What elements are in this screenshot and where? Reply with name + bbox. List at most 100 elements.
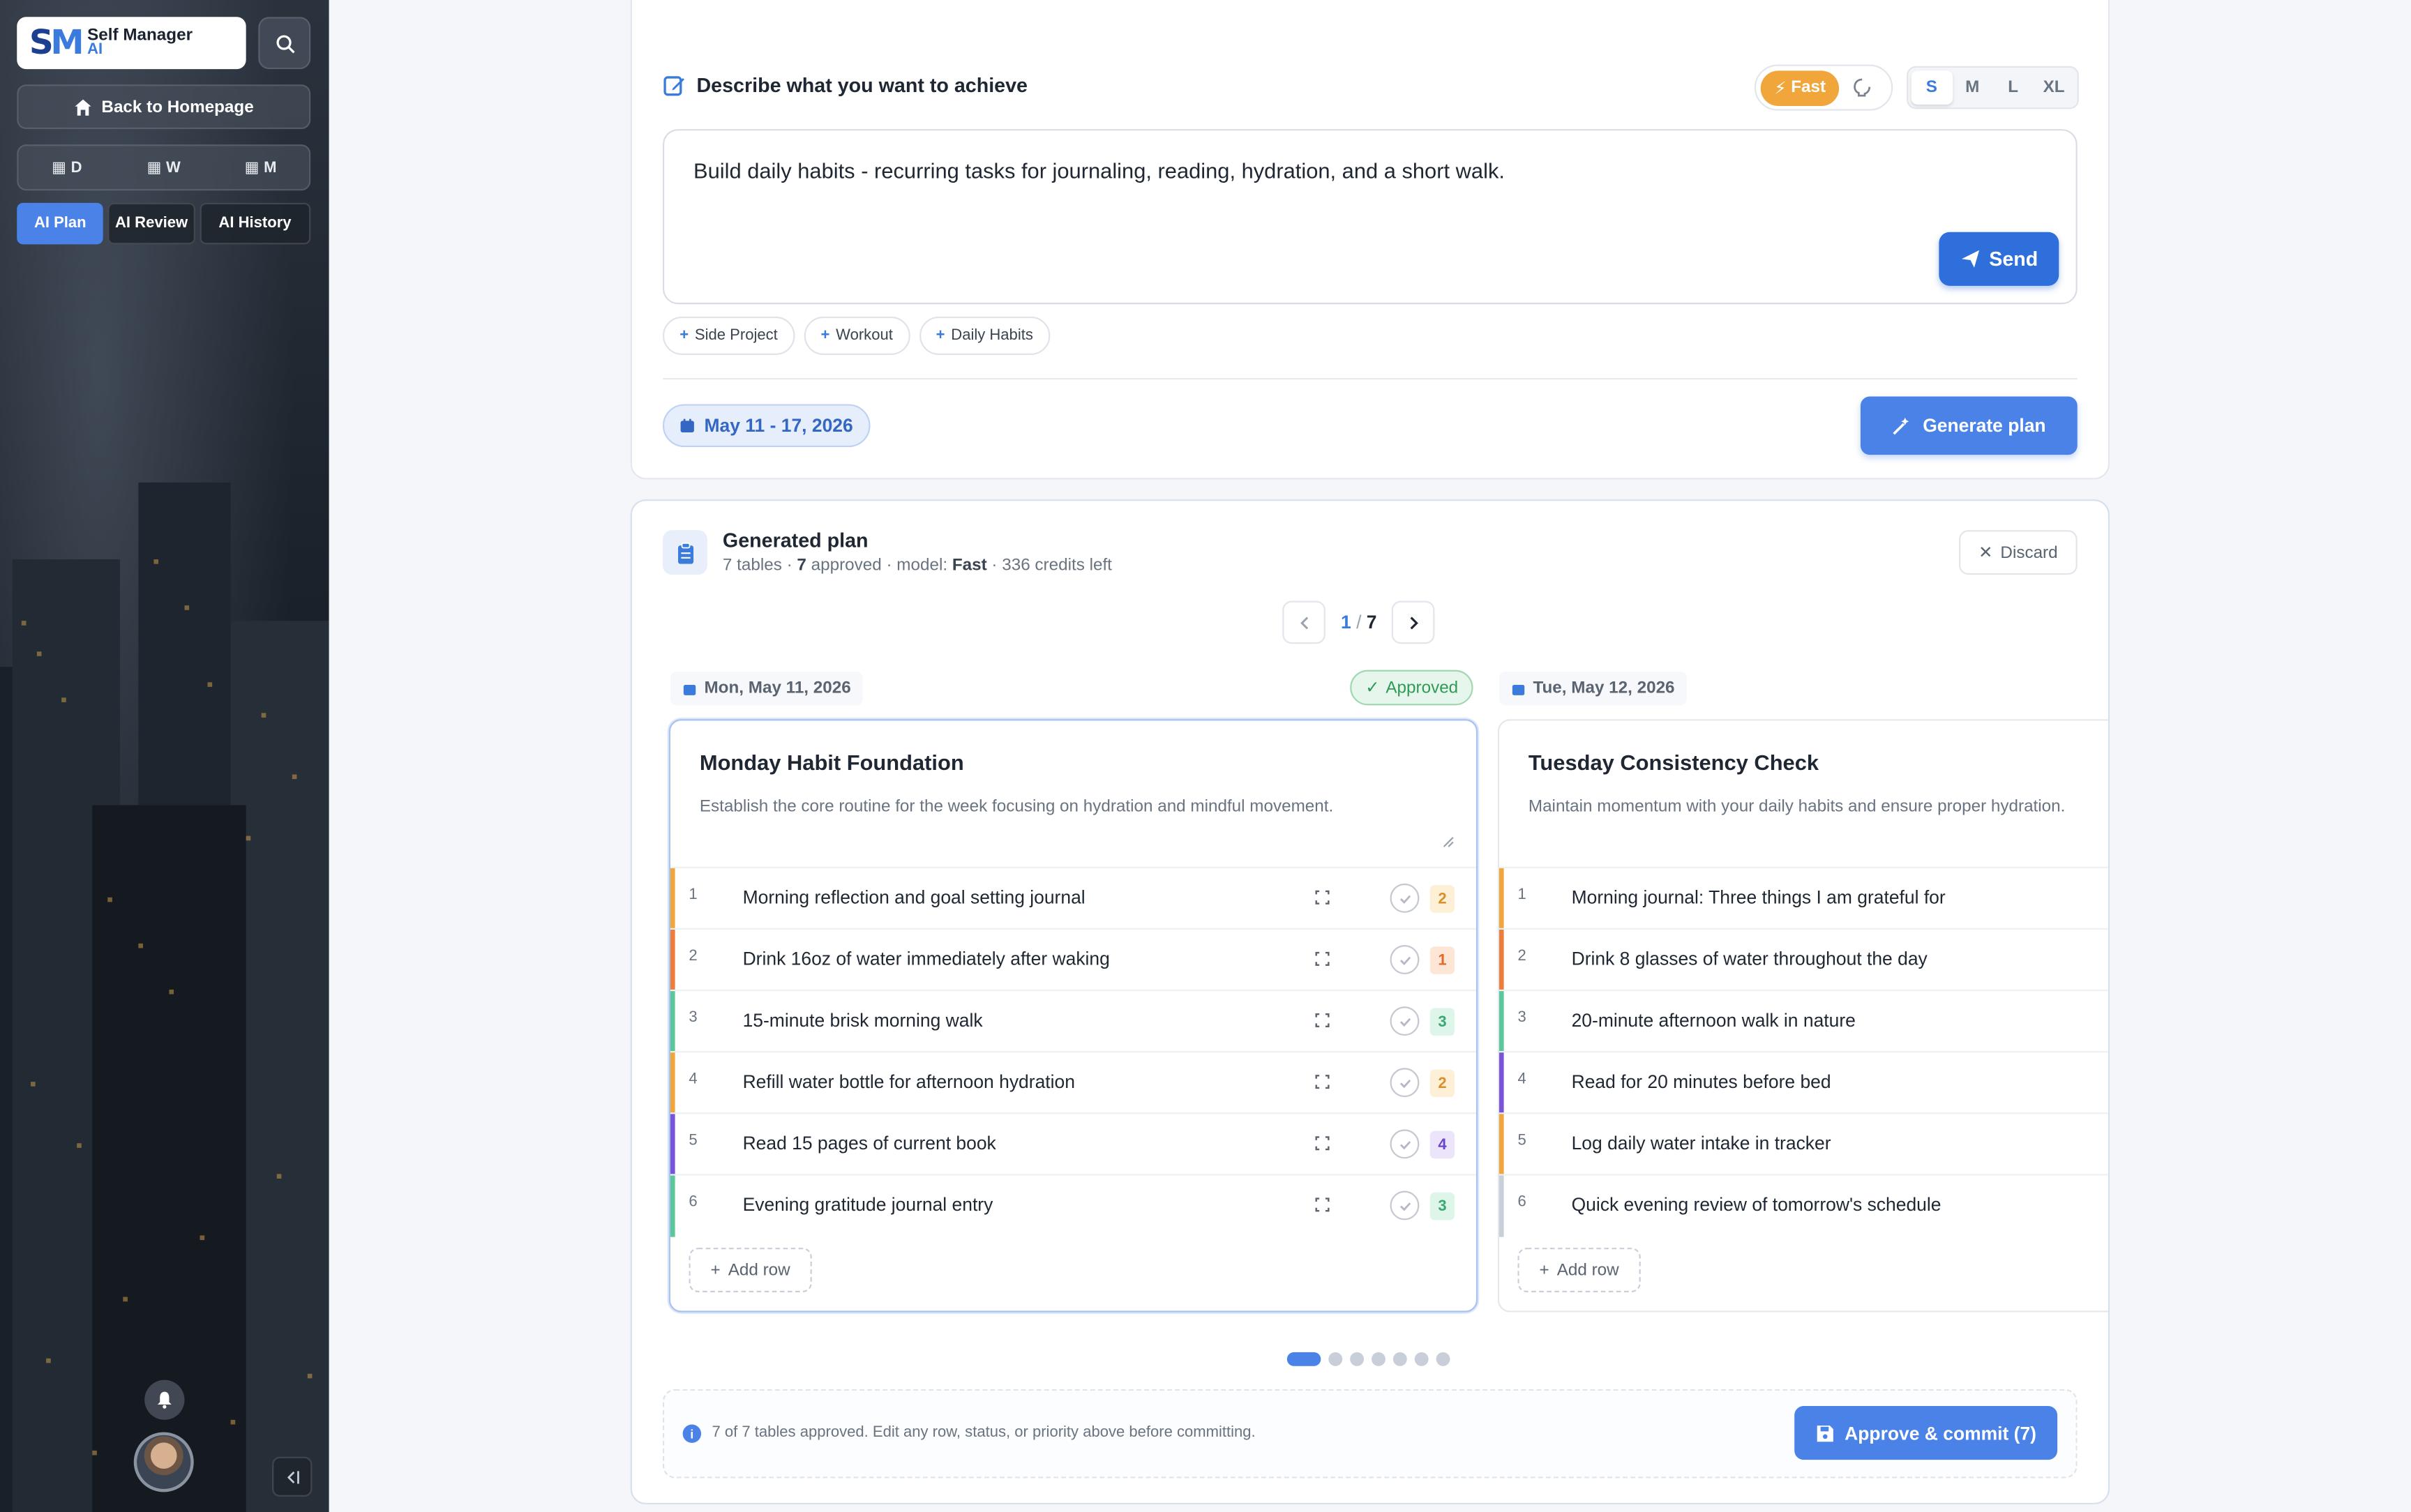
composer-title: Describe what you want to achieve: [663, 74, 1028, 97]
carousel-dot[interactable]: [1414, 1352, 1429, 1366]
table-title[interactable]: Tuesday Consistency Check: [1529, 750, 1819, 774]
priority-badge[interactable]: 4: [1429, 1131, 1455, 1159]
calendar-icon: [1512, 683, 1525, 695]
table-row[interactable]: 6 Evening gratitude journal entry 3: [670, 1174, 1476, 1237]
view-month-button[interactable]: ▦ M: [212, 146, 309, 189]
size-m-button[interactable]: M: [1952, 70, 1992, 104]
row-task-text[interactable]: Morning journal: Three things I am grate…: [1572, 886, 1946, 908]
table-row[interactable]: 1 Morning journal: Three things I am grat…: [1499, 866, 2108, 930]
expand-icon[interactable]: [1315, 951, 1330, 967]
day-table-card[interactable]: Tuesday Consistency Check Maintain momen…: [1497, 719, 2108, 1313]
status-check-button[interactable]: [1390, 1006, 1420, 1036]
tab-ai-review[interactable]: AI Review: [108, 202, 195, 245]
table-rows: 1 Morning reflection and goal setting jou…: [670, 866, 1476, 1237]
table-row[interactable]: 6 Quick evening review of tomorrow's sche…: [1499, 1174, 2108, 1237]
approved-badge[interactable]: ✓ Approved: [1350, 670, 1474, 706]
suggestion-chips: + Side Project + Workout + Daily Habits: [662, 316, 1051, 355]
add-row-button[interactable]: + Add row: [689, 1248, 812, 1292]
table-rows: 1 Morning journal: Three things I am grat…: [1499, 866, 2108, 1237]
back-label: Back to Homepage: [101, 97, 254, 116]
table-row[interactable]: 5 Log daily water intake in tracker: [1499, 1112, 2108, 1176]
generate-plan-button[interactable]: Generate plan: [1860, 396, 2078, 455]
size-s-button[interactable]: S: [1911, 70, 1953, 105]
table-row[interactable]: 3 20-minute afternoon walk in nature: [1499, 989, 2108, 1053]
row-task-text[interactable]: Read for 20 minutes before bed: [1572, 1071, 1831, 1093]
city-background-image: [0, 482, 329, 1512]
table-description[interactable]: Establish the core routine for the week …: [700, 798, 1333, 816]
view-day-button[interactable]: ▦ D: [18, 146, 115, 189]
table-row[interactable]: 1 Morning reflection and goal setting jou…: [670, 866, 1476, 930]
app-logo[interactable]: SM Self Manager AI: [17, 17, 246, 70]
table-row[interactable]: 2 Drink 16oz of water immediately after w…: [670, 928, 1476, 992]
carousel-dot[interactable]: [1350, 1352, 1365, 1366]
user-avatar[interactable]: [133, 1432, 194, 1492]
status-check-button[interactable]: [1390, 1190, 1420, 1220]
row-task-text[interactable]: 15-minute brisk morning walk: [743, 1010, 983, 1031]
date-range-picker[interactable]: May 11 - 17, 2026: [662, 404, 870, 448]
carousel-dot[interactable]: [1372, 1352, 1385, 1366]
view-switcher: ▦ D ▦ W ▦ M: [17, 144, 311, 191]
row-task-text[interactable]: Read 15 pages of current book: [743, 1133, 996, 1154]
row-task-text[interactable]: Morning reflection and goal setting jour…: [743, 886, 1086, 908]
prompt-text[interactable]: Build daily habits - recurring tasks for…: [693, 158, 1505, 183]
expand-icon[interactable]: [1315, 1135, 1330, 1151]
row-color-bar: [1499, 991, 1504, 1053]
size-xl-button[interactable]: XL: [2034, 70, 2074, 104]
next-page-button[interactable]: [1392, 600, 1436, 644]
row-task-text[interactable]: Refill water bottle for afternoon hydrat…: [743, 1071, 1075, 1093]
row-task-text[interactable]: Log daily water intake in tracker: [1572, 1133, 1831, 1154]
expand-icon[interactable]: [1315, 1074, 1330, 1089]
table-description[interactable]: Maintain momentum with your daily habits…: [1529, 798, 2066, 816]
resize-grip-icon[interactable]: [1442, 836, 1455, 849]
carousel-dot[interactable]: [1286, 1352, 1321, 1366]
table-row[interactable]: 4 Read for 20 minutes before bed: [1499, 1051, 2108, 1114]
row-task-text[interactable]: Drink 16oz of water immediately after wa…: [743, 948, 1110, 969]
status-check-button[interactable]: [1390, 883, 1420, 913]
thinking-mode-icon[interactable]: [1852, 77, 1874, 98]
back-to-homepage-button[interactable]: Back to Homepage: [17, 84, 311, 130]
table-title[interactable]: Monday Habit Foundation: [700, 750, 964, 774]
priority-badge[interactable]: 3: [1429, 1008, 1455, 1036]
chip-side-project[interactable]: + Side Project: [662, 316, 795, 355]
ai-tabs: AI Plan AI Review AI History: [17, 202, 311, 245]
row-number: 5: [1517, 1132, 1526, 1150]
prompt-textarea[interactable]: Build daily habits - recurring tasks for…: [662, 129, 2078, 305]
row-task-text[interactable]: Evening gratitude journal entry: [743, 1194, 993, 1216]
fast-model-button[interactable]: ⚡ Fast: [1760, 70, 1840, 105]
approve-commit-button[interactable]: Approve & commit (7): [1794, 1406, 2058, 1460]
tab-ai-plan[interactable]: AI Plan: [17, 202, 104, 245]
table-row[interactable]: 4 Refill water bottle for afternoon hydra…: [670, 1051, 1476, 1114]
search-button[interactable]: [258, 17, 311, 70]
status-check-button[interactable]: [1390, 1068, 1420, 1098]
send-button[interactable]: Send: [1939, 232, 2059, 286]
collapse-sidebar-button[interactable]: [272, 1456, 313, 1497]
carousel-dot[interactable]: [1328, 1352, 1343, 1366]
expand-icon[interactable]: [1315, 1013, 1330, 1028]
status-check-button[interactable]: [1390, 1129, 1420, 1159]
day-table-card[interactable]: Monday Habit Foundation Establish the co…: [668, 719, 1478, 1313]
add-row-button[interactable]: + Add row: [1517, 1248, 1641, 1292]
status-check-button[interactable]: [1390, 945, 1420, 974]
chip-workout[interactable]: + Workout: [804, 316, 910, 355]
carousel-dot[interactable]: [1392, 1352, 1407, 1366]
notifications-button[interactable]: [144, 1379, 185, 1420]
table-row[interactable]: 3 15-minute brisk morning walk 3: [670, 989, 1476, 1053]
priority-badge[interactable]: 2: [1429, 885, 1455, 913]
size-l-button[interactable]: L: [1993, 70, 2034, 104]
row-task-text[interactable]: Quick evening review of tomorrow's sched…: [1572, 1194, 1941, 1216]
row-task-text[interactable]: Drink 8 glasses of water throughout the …: [1572, 948, 1928, 969]
prev-page-button[interactable]: [1282, 600, 1325, 644]
table-row[interactable]: 5 Read 15 pages of current book 4: [670, 1112, 1476, 1176]
tab-ai-history[interactable]: AI History: [199, 202, 311, 245]
table-row[interactable]: 2 Drink 8 glasses of water throughout the…: [1499, 928, 2108, 992]
priority-badge[interactable]: 1: [1429, 946, 1455, 974]
row-task-text[interactable]: 20-minute afternoon walk in nature: [1572, 1010, 1856, 1031]
chip-daily-habits[interactable]: + Daily Habits: [919, 316, 1051, 355]
discard-button[interactable]: ✕ Discard: [1959, 530, 2078, 575]
priority-badge[interactable]: 2: [1429, 1069, 1455, 1098]
priority-badge[interactable]: 3: [1429, 1192, 1455, 1220]
carousel-dot[interactable]: [1436, 1352, 1450, 1366]
expand-icon[interactable]: [1315, 890, 1330, 905]
expand-icon[interactable]: [1315, 1197, 1330, 1212]
view-week-button[interactable]: ▦ W: [115, 146, 212, 189]
